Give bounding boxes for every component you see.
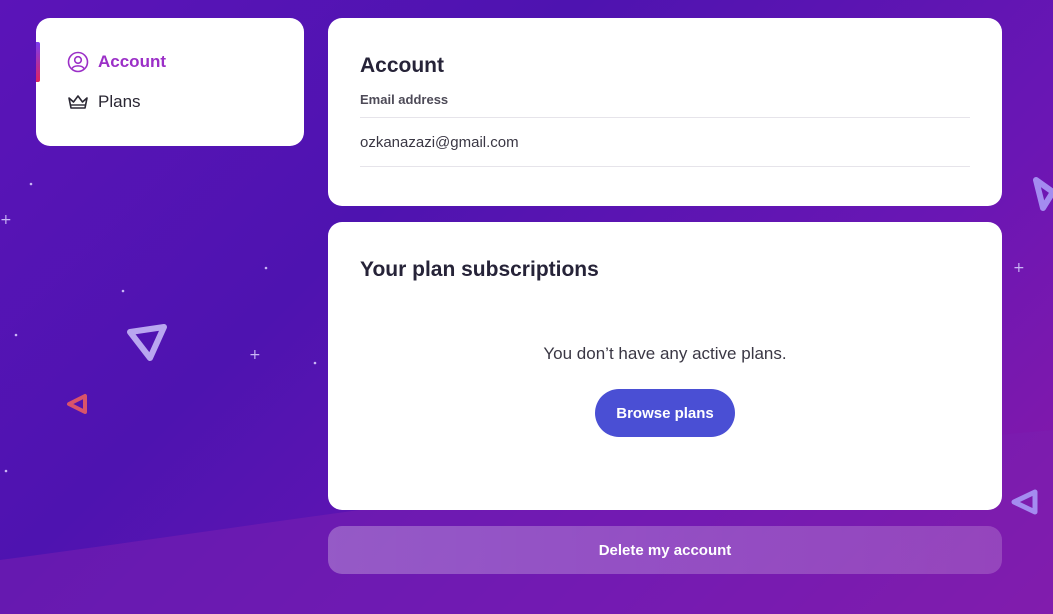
empty-plans-message: You don’t have any active plans.	[543, 344, 787, 363]
email-value: ozkanazazi@gmail.com	[360, 117, 970, 167]
svg-text:+: +	[0, 212, 12, 228]
sidebar-item-account[interactable]: Account	[36, 42, 304, 82]
crown-icon	[67, 91, 89, 113]
sidebar: Account Plans	[36, 18, 304, 146]
account-card: Account Email address ozkanazazi@gmail.c…	[328, 18, 1002, 206]
sidebar-item-label: Plans	[98, 92, 141, 111]
sidebar-item-label: Account	[98, 52, 166, 71]
account-title: Account	[360, 54, 444, 77]
svg-text:+: +	[249, 347, 261, 363]
svg-text:+: +	[1013, 260, 1025, 276]
plans-title: Your plan subscriptions	[360, 258, 599, 281]
browse-plans-button[interactable]: Browse plans	[595, 389, 735, 437]
plans-card: Your plan subscriptions You don’t have a…	[328, 222, 1002, 510]
email-label: Email address	[360, 92, 449, 107]
user-circle-icon	[67, 51, 89, 73]
sidebar-item-plans[interactable]: Plans	[36, 82, 304, 122]
delete-account-button[interactable]: Delete my account	[328, 526, 1002, 574]
